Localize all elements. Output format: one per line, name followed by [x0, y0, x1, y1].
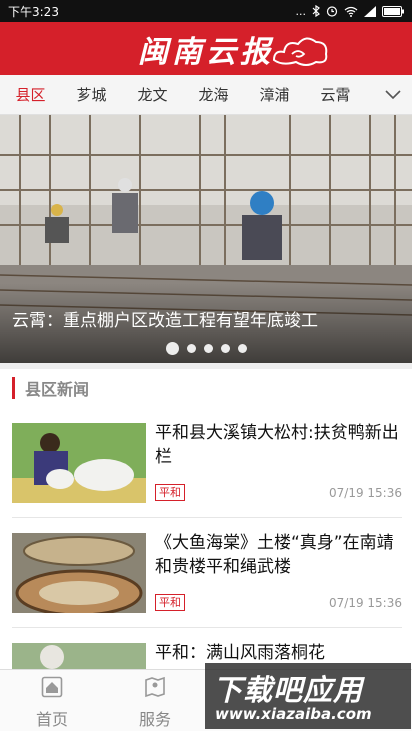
tab-longhai[interactable]: 龙海	[183, 84, 244, 105]
news-time: 07/19 15:36	[329, 596, 402, 610]
tab-longwen[interactable]: 龙文	[122, 84, 183, 105]
brand-logo: 闽南云报	[138, 34, 274, 70]
status-icons: ...	[295, 4, 404, 18]
nav-service[interactable]: 服务	[125, 676, 185, 730]
tab-zhangpu[interactable]: 漳浦	[244, 84, 305, 105]
watermark-url: www.xiazaiba.com	[215, 705, 372, 723]
brand-header: 闽南云报	[0, 22, 412, 75]
wifi-icon	[344, 6, 358, 17]
tab-county[interactable]: 县区	[0, 84, 61, 105]
news-tag: 平和	[155, 484, 185, 501]
carousel-dot[interactable]	[237, 344, 247, 353]
carousel-dot[interactable]	[203, 344, 213, 353]
nav-service-label: 服务	[138, 710, 171, 729]
news-divider	[12, 627, 402, 628]
section-header: 县区新闻	[12, 375, 89, 401]
section-separator	[0, 363, 412, 369]
chevron-down-icon[interactable]	[384, 87, 402, 101]
section-title: 县区新闻	[25, 380, 90, 399]
news-title: 平和：满山风雨落桐花	[155, 643, 325, 663]
tab-yunxiao[interactable]: 云霄	[305, 84, 366, 105]
alarm-icon	[326, 6, 338, 17]
news-title: 平和县大溪镇大松村:扶贫鸭新出栏	[155, 423, 399, 467]
news-divider	[12, 517, 402, 518]
watermark-title: 下载吧应用	[213, 673, 364, 707]
news-thumbnail	[12, 533, 146, 613]
news-time: 07/19 15:36	[329, 486, 402, 500]
tab-xiangcheng[interactable]: 芗城	[61, 84, 122, 105]
carousel-dot[interactable]	[220, 344, 230, 353]
news-item[interactable]: 平和县大溪镇大松村:扶贫鸭新出栏 平和 07/19 15:36	[12, 423, 402, 515]
section-accent-bar	[12, 377, 15, 399]
hero-title[interactable]: 云霄：重点棚户区改造工程有望年底竣工	[12, 306, 318, 331]
status-dots: ...	[295, 4, 307, 18]
carousel-dot[interactable]	[186, 344, 196, 353]
carousel-indicators	[0, 342, 412, 355]
map-icon	[145, 676, 165, 698]
bluetooth-icon	[312, 5, 320, 17]
news-thumbnail	[12, 643, 146, 669]
watermark: 下载吧应用 www.xiazaiba.com	[205, 663, 411, 729]
hero-carousel[interactable]: 云霄：重点棚户区改造工程有望年底竣工	[0, 115, 412, 363]
status-time: 下午3:23	[8, 4, 59, 19]
news-title: 《大鱼海棠》土楼“真身”在南靖和贵楼平和绳武楼	[155, 533, 394, 577]
category-tabs: 县区 芗城 龙文 龙海 漳浦 云霄	[0, 75, 412, 115]
signal-icon	[364, 5, 376, 17]
battery-icon	[382, 5, 404, 17]
cloud-ornament-icon	[272, 37, 328, 66]
carousel-dot[interactable]	[165, 342, 179, 355]
news-thumbnail	[12, 423, 146, 503]
nav-home[interactable]: 首页	[22, 676, 82, 730]
home-icon	[41, 676, 63, 698]
status-bar: 下午3:23 ...	[0, 0, 412, 22]
nav-home-label: 首页	[35, 710, 68, 729]
news-tag: 平和	[155, 594, 185, 611]
news-item[interactable]: 《大鱼海棠》土楼“真身”在南靖和贵楼平和绳武楼 平和 07/19 15:36	[12, 533, 402, 625]
